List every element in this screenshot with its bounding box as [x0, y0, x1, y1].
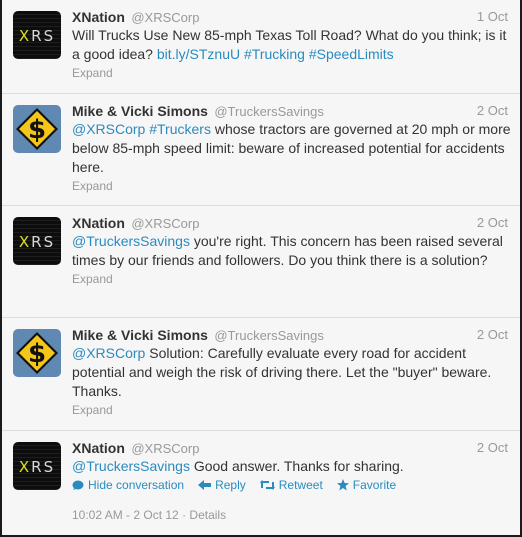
expand-link[interactable]: Expand [72, 402, 508, 418]
tweet-text: @TruckersSavings Good answer. Thanks for… [72, 457, 512, 476]
hashtag-link[interactable]: #Truckers [149, 121, 211, 137]
favorite-label: Favorite [352, 478, 397, 492]
avatar[interactable]: XRS [13, 217, 61, 265]
logo-x: X [18, 233, 32, 251]
expand-link[interactable]: Expand [72, 271, 508, 287]
avatar[interactable]: XRS [13, 11, 61, 59]
tweet[interactable]: XRS XNation @XRSCorp 2 Oct @TruckersSavi… [2, 431, 520, 535]
dollar-sign-icon: $ [16, 332, 58, 374]
xrs-logo-icon: XRS [13, 27, 61, 45]
tweet-text: @TruckersSavings you're right. This conc… [72, 232, 512, 270]
tweet-metadata: 10:02 AM - 2 Oct 12 · Details [72, 507, 508, 523]
logo-x: X [18, 27, 32, 45]
details-link[interactable]: Details [189, 508, 226, 522]
expand-link[interactable]: Expand [72, 65, 508, 81]
tweet[interactable]: XRS XNation @XRSCorp 2 Oct @TruckersSavi… [2, 206, 520, 318]
tweet-time[interactable]: 2 Oct [477, 215, 508, 231]
speech-bubble-icon [72, 480, 84, 490]
xrs-logo-icon: XRS [13, 458, 61, 476]
tweet-body: Good answer. Thanks for sharing. [193, 458, 404, 474]
avatar[interactable]: $ [13, 105, 61, 153]
hashtag-link[interactable]: #Trucking [244, 46, 305, 62]
avatar[interactable]: $ [13, 329, 61, 377]
user-name[interactable]: XNation [72, 215, 125, 231]
tweet[interactable]: $ Mike & Vicki Simons @TruckersSavings 2… [2, 318, 520, 431]
conversation-thread: XRS XNation @XRSCorp 1 Oct Will Trucks U… [0, 0, 522, 537]
retweet-icon [259, 480, 275, 490]
hide-conversation-label: Hide conversation [88, 478, 185, 492]
logo-rs: RS [31, 27, 56, 45]
tweet[interactable]: XRS XNation @XRSCorp 1 Oct Will Trucks U… [2, 0, 520, 94]
mention-link[interactable]: @XRSCorp [72, 121, 145, 137]
reply-button[interactable]: Reply [198, 477, 246, 493]
mention-link[interactable]: @XRSCorp [72, 345, 145, 361]
dollar-glyph: $ [28, 339, 46, 369]
logo-x: X [18, 458, 32, 476]
dollar-glyph: $ [28, 115, 46, 145]
user-name[interactable]: Mike & Vicki Simons [72, 103, 208, 119]
hide-conversation-button[interactable]: Hide conversation [72, 477, 184, 493]
tweet-time[interactable]: 2 Oct [477, 103, 508, 119]
tweet-time[interactable]: 2 Oct [477, 440, 508, 456]
logo-rs: RS [31, 458, 56, 476]
expand-link[interactable]: Expand [72, 178, 508, 194]
retweet-label: Retweet [278, 478, 323, 492]
dollar-sign-icon: $ [16, 108, 58, 150]
tweet-time[interactable]: 1 Oct [477, 9, 508, 25]
hashtag-link[interactable]: #SpeedLimits [309, 46, 394, 62]
tweet[interactable]: $ Mike & Vicki Simons @TruckersSavings 2… [2, 94, 520, 206]
logo-rs: RS [31, 233, 56, 251]
reply-icon [198, 480, 212, 490]
user-handle[interactable]: @TruckersSavings [214, 104, 324, 119]
xrs-logo-icon: XRS [13, 233, 61, 251]
user-name[interactable]: XNation [72, 440, 125, 456]
tweet-text: @XRSCorp #Truckers whose tractors are go… [72, 120, 512, 177]
separator: · [182, 508, 187, 522]
avatar[interactable]: XRS [13, 442, 61, 490]
favorite-button[interactable]: Favorite [336, 477, 397, 493]
user-handle[interactable]: @XRSCorp [131, 216, 199, 231]
reply-label: Reply [215, 478, 246, 492]
user-handle[interactable]: @TruckersSavings [214, 328, 324, 343]
tweet-text: Will Trucks Use New 85-mph Texas Toll Ro… [72, 26, 512, 64]
user-name[interactable]: Mike & Vicki Simons [72, 327, 208, 343]
full-timestamp[interactable]: 10:02 AM - 2 Oct 12 [72, 508, 179, 522]
tweet-time[interactable]: 2 Oct [477, 327, 508, 343]
retweet-button[interactable]: Retweet [259, 477, 323, 493]
tweet-text: @XRSCorp Solution: Carefully evaluate ev… [72, 344, 512, 401]
star-icon [336, 479, 349, 491]
user-handle[interactable]: @XRSCorp [131, 10, 199, 25]
user-name[interactable]: XNation [72, 9, 125, 25]
mention-link[interactable]: @TruckersSavings [72, 233, 190, 249]
tweet-link[interactable]: bit.ly/STznuU [157, 46, 240, 62]
tweet-actions: Hide conversation Reply Retweet Favorite [72, 477, 508, 493]
mention-link[interactable]: @TruckersSavings [72, 458, 190, 474]
user-handle[interactable]: @XRSCorp [131, 441, 199, 456]
